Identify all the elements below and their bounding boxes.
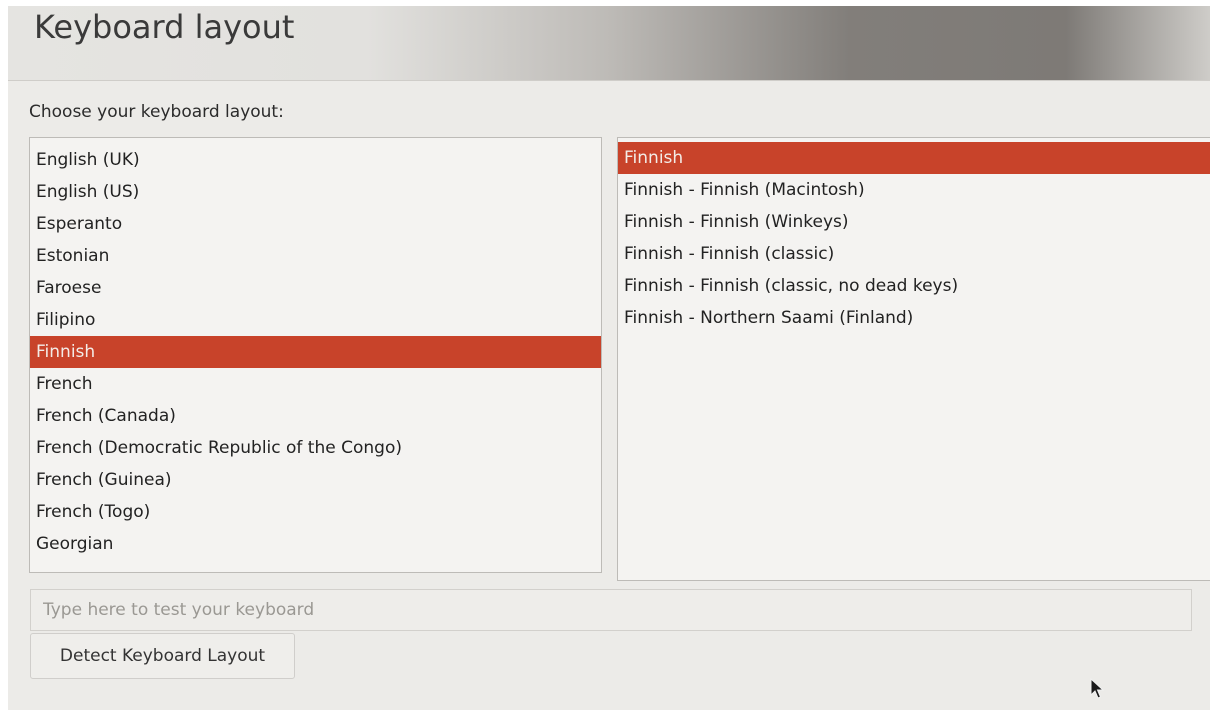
page-title: Keyboard layout (34, 8, 295, 46)
layout-item[interactable]: French (Democratic Republic of the Congo… (30, 432, 601, 464)
layout-item[interactable]: Esperanto (30, 208, 601, 240)
variant-item-selected[interactable]: Finnish (618, 142, 1210, 174)
detect-keyboard-layout-button[interactable]: Detect Keyboard Layout (30, 633, 295, 679)
variant-item[interactable]: Finnish - Finnish (classic) (618, 238, 1210, 270)
layout-list[interactable]: English (UK) English (US) Esperanto Esto… (30, 144, 601, 560)
layout-item-selected[interactable]: Finnish (30, 336, 601, 368)
variant-item[interactable]: Finnish - Finnish (classic, no dead keys… (618, 270, 1210, 302)
layout-item[interactable]: French (30, 368, 601, 400)
variant-list-panel[interactable]: Finnish Finnish - Finnish (Macintosh) Fi… (617, 137, 1210, 581)
layout-item[interactable]: English (UK) (30, 144, 601, 176)
layout-item[interactable]: French (Guinea) (30, 464, 601, 496)
variant-item[interactable]: Finnish - Finnish (Macintosh) (618, 174, 1210, 206)
layout-item[interactable]: Estonian (30, 240, 601, 272)
installer-window: Keyboard layout Choose your keyboard lay… (8, 6, 1210, 710)
variant-list[interactable]: Finnish Finnish - Finnish (Macintosh) Fi… (618, 142, 1210, 334)
layout-item[interactable]: Filipino (30, 304, 601, 336)
layout-item[interactable]: French (Canada) (30, 400, 601, 432)
header-divider (8, 80, 1210, 81)
variant-item[interactable]: Finnish - Finnish (Winkeys) (618, 206, 1210, 238)
layout-item[interactable]: French (Togo) (30, 496, 601, 528)
variant-item[interactable]: Finnish - Northern Saami (Finland) (618, 302, 1210, 334)
layout-prompt-label: Choose your keyboard layout: (29, 102, 284, 122)
layout-item[interactable]: English (US) (30, 176, 601, 208)
keyboard-test-input[interactable] (30, 589, 1192, 631)
layout-item[interactable]: Faroese (30, 272, 601, 304)
mouse-pointer-icon (1090, 678, 1104, 699)
layout-list-panel[interactable]: English (UK) English (US) Esperanto Esto… (29, 137, 602, 573)
layout-item[interactable]: Georgian (30, 528, 601, 560)
